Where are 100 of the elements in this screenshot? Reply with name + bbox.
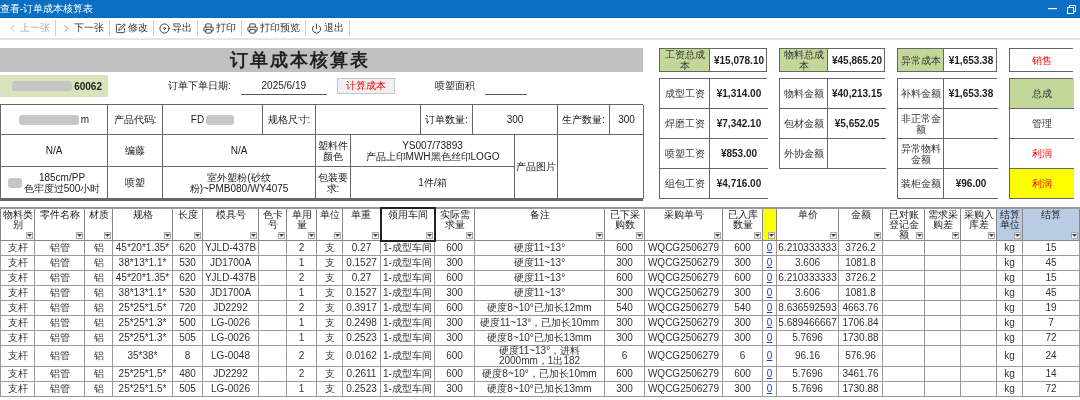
table-cell: 支杆 (0, 366, 35, 382)
table-cell: 0.2523 (342, 381, 381, 397)
filter-button[interactable] (1071, 232, 1078, 239)
column-header[interactable]: 单价 (776, 208, 839, 241)
filter-button[interactable] (768, 232, 775, 239)
table-cell: 支 (316, 330, 343, 346)
table-cell: 38*13*1.1* (112, 255, 173, 271)
column-header[interactable]: 零件名称 (34, 208, 85, 241)
filter-button[interactable] (425, 231, 433, 239)
blank-cell (944, 139, 998, 169)
filter-button[interactable] (952, 232, 959, 239)
column-header[interactable]: 已对账登记金额 (882, 208, 925, 241)
table-cell: 3461.76 (838, 366, 883, 382)
summary-value: ¥96.00 (944, 169, 998, 199)
calculate-button[interactable]: 计算成本 (336, 78, 395, 94)
column-header[interactable]: 规格 (112, 208, 173, 241)
table-cell: 300 (722, 381, 763, 397)
column-header[interactable]: 领用车间 (380, 208, 435, 241)
column-header[interactable]: 单位 (316, 208, 343, 241)
filter-button[interactable] (164, 232, 171, 239)
filter-button[interactable] (754, 232, 761, 239)
filter-button[interactable] (466, 232, 473, 239)
minimize-icon[interactable] (1048, 8, 1057, 10)
filter-button[interactable] (596, 232, 603, 239)
column-header[interactable]: 金额 (838, 208, 883, 241)
column-header[interactable]: 模具号 (202, 208, 259, 241)
table-cell: 硬度11~13° (474, 255, 605, 271)
column-header[interactable]: 已入库数量 (722, 208, 763, 241)
filter-button[interactable] (371, 232, 379, 239)
blank-cell (944, 109, 998, 139)
filter-button[interactable] (830, 232, 837, 239)
table-cell: 硬度8~10°已加长12mm (474, 300, 605, 316)
table-cell: 铝管 (34, 330, 85, 346)
toolbar-button[interactable]: 导出 (154, 20, 198, 36)
table-cell: 620 (172, 270, 203, 286)
filter-button[interactable] (26, 232, 33, 239)
column-header[interactable]: 材质 (84, 208, 113, 241)
table-cell: 铝管 (34, 255, 85, 271)
table-cell: 铝 (84, 240, 113, 256)
column-header[interactable]: 结算单位 (996, 208, 1023, 241)
column-header[interactable]: 单重 (342, 208, 381, 241)
restore-icon[interactable] (1067, 4, 1076, 14)
info-cell: m (80, 114, 90, 125)
filter-button[interactable] (278, 232, 285, 239)
filter-button[interactable] (916, 232, 923, 239)
table-cell: 72 (1022, 381, 1080, 397)
column-header[interactable]: 已下采购数 (604, 208, 645, 241)
table-cell: 25*25*1.5* (112, 381, 173, 397)
info-cell: 产品代码: (108, 105, 163, 135)
toolbar-button[interactable]: 下一张 (56, 20, 110, 36)
table-cell: 铝管 (34, 381, 85, 397)
table-cell: 3.606 (776, 255, 839, 271)
column-header[interactable]: 物料类别 (0, 208, 35, 241)
table-cell: 支 (316, 345, 343, 367)
info-cell: 产品图片 (515, 135, 558, 199)
filter-button[interactable] (104, 232, 111, 239)
toolbar-button[interactable]: 打印预览 (242, 20, 306, 36)
table-cell: 5.689466667 (776, 315, 839, 331)
column-header[interactable]: 结算 (1022, 208, 1080, 241)
filter-button[interactable] (194, 232, 201, 239)
table-cell: 铝 (84, 255, 113, 271)
filter-button[interactable] (714, 232, 721, 239)
table-cell: 硬度11~13°，已加长10mm (474, 315, 605, 331)
column-header[interactable]: 需求采购差 (924, 208, 961, 241)
column-header[interactable]: 长度 (172, 208, 203, 241)
table-cell: 4663.76 (838, 300, 883, 316)
column-header[interactable]: 备注 (474, 208, 605, 241)
column-header[interactable]: 色卡号 (258, 208, 287, 241)
summary-title: 异常成本 (898, 49, 944, 71)
table-cell: 600 (434, 240, 475, 256)
table-cell: 3.606 (776, 285, 839, 301)
column-header[interactable]: 采购单号 (644, 208, 723, 241)
table-cell: 24 (1022, 345, 1080, 367)
table-cell: 300 (434, 255, 475, 271)
filter-button[interactable] (1014, 232, 1021, 239)
filter-button[interactable] (76, 232, 83, 239)
table-cell: 6.210333333 (776, 240, 839, 256)
column-header[interactable]: 实际需求量 (434, 208, 475, 241)
table-cell: 530 (172, 255, 203, 271)
table-cell: YJLD-437B (202, 240, 259, 256)
filter-button[interactable] (636, 232, 643, 239)
toolbar-button[interactable]: 打印 (198, 20, 242, 36)
toolbar-button[interactable]: 修改 (110, 20, 154, 36)
filter-button[interactable] (874, 232, 881, 239)
table-cell: 45 (1022, 255, 1080, 271)
column-header[interactable]: 采购入库差 (960, 208, 997, 241)
toolbar-button[interactable]: 退出 (306, 20, 350, 36)
date-field[interactable]: 2025/6/19 (240, 77, 327, 95)
table-cell: 505 (172, 381, 203, 397)
table-cell: 600 (434, 366, 475, 382)
info-cell: 300 (473, 105, 558, 135)
filter-button[interactable] (308, 232, 315, 239)
filter-button[interactable] (334, 232, 341, 239)
filter-button[interactable] (250, 232, 257, 239)
table-cell: 480 (172, 366, 203, 382)
column-header[interactable]: 单用量 (286, 208, 317, 241)
table-cell: 支 (316, 270, 343, 286)
table-cell: 1081.8 (838, 255, 883, 271)
filter-button[interactable] (988, 232, 995, 239)
info-cell: 1件/箱 (351, 167, 515, 199)
